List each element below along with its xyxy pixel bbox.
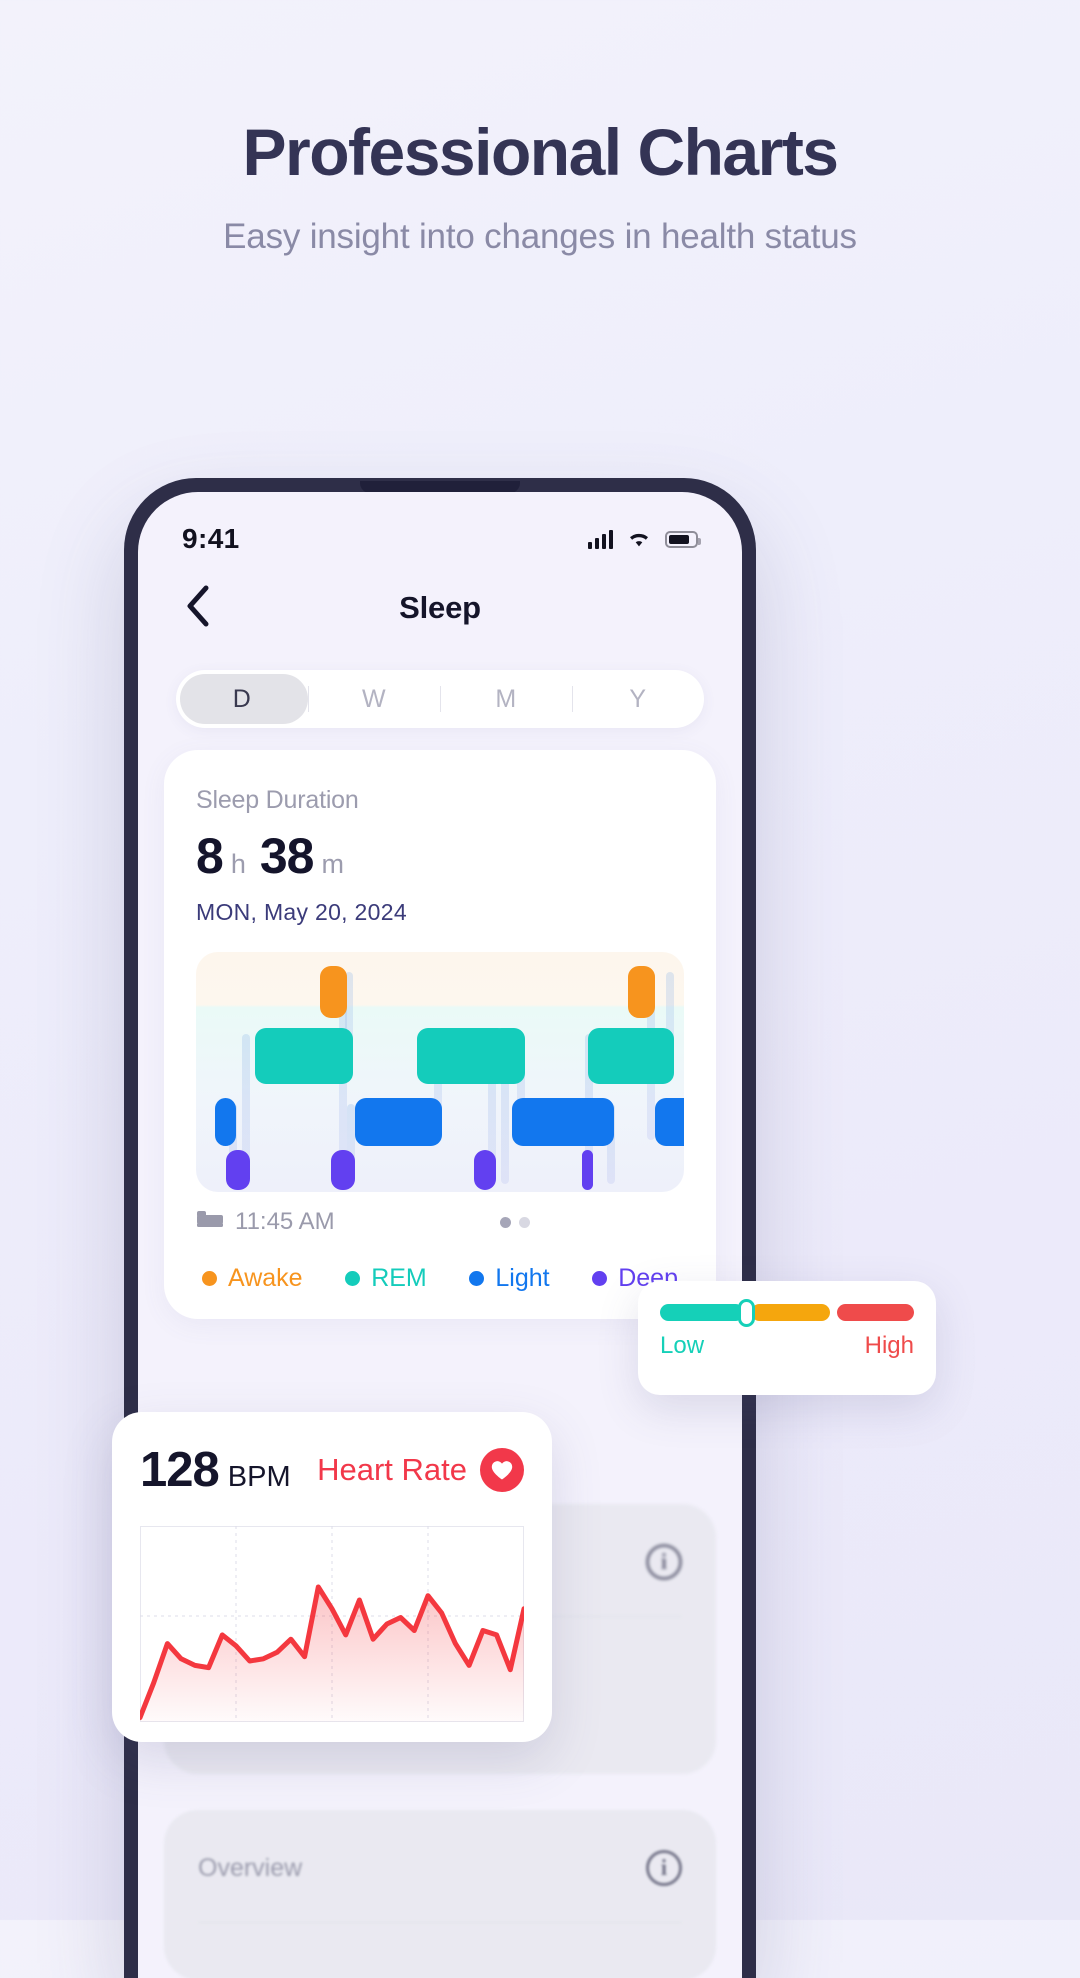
legend-label: Awake [228, 1264, 303, 1292]
sleep-duration-value: 8 h 38 m [196, 827, 684, 885]
sleep-hours: 8 [196, 828, 224, 884]
overview-card[interactable]: Overview i [164, 1810, 716, 1978]
chart-footer: 11:45 AM [196, 1208, 684, 1236]
status-icons [588, 529, 701, 549]
divider [198, 1922, 682, 1923]
hero-section: Professional Charts Easy insight into ch… [0, 115, 1080, 257]
bedtime-info: 11:45 AM [196, 1208, 335, 1236]
tab-week[interactable]: W [308, 670, 440, 728]
carousel-dots[interactable] [500, 1216, 530, 1228]
sleep-hours-unit: h [230, 849, 246, 879]
stage-bar-rem[interactable] [490, 1028, 526, 1084]
bed-icon [196, 1208, 224, 1236]
legend-item-light: Light [469, 1264, 550, 1293]
page-subtitle: Easy insight into changes in health stat… [223, 217, 857, 257]
legend-label: REM [371, 1264, 427, 1292]
slider-segment-low[interactable] [660, 1304, 745, 1321]
carousel-dot[interactable] [519, 1216, 530, 1228]
carousel-dot-active[interactable] [500, 1216, 511, 1228]
slider-segment-high[interactable] [836, 1304, 914, 1321]
sleep-stage-legend: Awake REM Light Deep [196, 1264, 684, 1293]
slider-knob[interactable] [738, 1299, 755, 1327]
heart-rate-unit: BPM [227, 1461, 291, 1493]
wifi-icon [626, 529, 652, 549]
stage-bar-rem[interactable] [255, 1028, 353, 1084]
legend-label: Light [495, 1264, 550, 1292]
info-icon[interactable]: i [646, 1850, 682, 1886]
nav-bar: Sleep [138, 564, 742, 652]
tab-day[interactable]: D [176, 670, 308, 728]
heart-icon [480, 1448, 524, 1492]
phone-screen: 9:41 Sleep D W M Y Sleep Duration 8 h 38… [138, 492, 742, 1978]
heart-rate-plot [137, 1526, 527, 1722]
heart-rate-chart[interactable] [137, 1526, 527, 1722]
phone-mockup: 9:41 Sleep D W M Y Sleep Duration 8 h 38… [124, 478, 756, 1978]
stage-bar-deep[interactable] [474, 1150, 496, 1190]
heart-rate-card[interactable]: 128 BPM Heart Rate [112, 1412, 552, 1742]
stage-bar-deep[interactable] [331, 1150, 356, 1190]
heart-rate-title: Heart Rate [317, 1452, 467, 1487]
sleep-minutes-unit: m [321, 849, 344, 879]
stage-bar-rem[interactable] [587, 1028, 674, 1084]
tab-month[interactable]: M [440, 670, 572, 728]
legend-swatch [592, 1271, 608, 1286]
legend-swatch [469, 1271, 485, 1286]
sleep-stages-chart[interactable] [196, 952, 684, 1192]
info-icon[interactable]: i [646, 1544, 682, 1580]
stage-bar-light[interactable] [214, 1098, 237, 1146]
period-segmented-control[interactable]: D W M Y [176, 670, 704, 728]
nav-title: Sleep [399, 590, 481, 625]
slider-track[interactable] [660, 1299, 914, 1327]
tab-year[interactable]: Y [572, 670, 704, 728]
heart-rate-title-group: Heart Rate [317, 1448, 524, 1492]
status-bar: 9:41 [138, 492, 742, 564]
stage-bar-deep[interactable] [225, 1150, 250, 1190]
sleep-duration-card: Sleep Duration 8 h 38 m MON, May 20, 202… [164, 750, 716, 1319]
legend-swatch [345, 1271, 361, 1286]
heart-rate-value: 128 [140, 1443, 220, 1497]
intensity-slider-card[interactable]: Low High [638, 1281, 936, 1395]
legend-item-awake: Awake [202, 1264, 303, 1293]
stage-bar-awake[interactable] [628, 966, 655, 1018]
stage-bar-light[interactable] [655, 1098, 684, 1146]
sleep-minutes: 38 [259, 828, 315, 884]
cellular-signal-icon [588, 529, 613, 549]
slider-low-label: Low [660, 1332, 705, 1359]
stage-bar-awake[interactable] [320, 966, 348, 1018]
heart-rate-value-group: 128 BPM [140, 1442, 291, 1498]
sleep-duration-label: Sleep Duration [196, 786, 359, 814]
legend-item-rem: REM [345, 1264, 427, 1293]
status-time: 9:41 [182, 523, 240, 554]
page-title: Professional Charts [242, 115, 839, 189]
sleep-date: MON, May 20, 2024 [196, 899, 407, 925]
overview-title: Overview [198, 1854, 303, 1882]
slider-high-label: High [864, 1332, 914, 1359]
stage-bar-light[interactable] [511, 1098, 615, 1146]
stage-bar-light[interactable] [355, 1098, 442, 1146]
legend-swatch [202, 1271, 217, 1286]
heart-rate-header: 128 BPM Heart Rate [140, 1442, 524, 1498]
bedtime-value: 11:45 AM [235, 1208, 335, 1235]
slider-segment-medium[interactable] [751, 1304, 830, 1321]
battery-icon [665, 530, 701, 548]
slider-labels: Low High [660, 1332, 914, 1360]
stage-bar-deep[interactable] [582, 1150, 593, 1190]
